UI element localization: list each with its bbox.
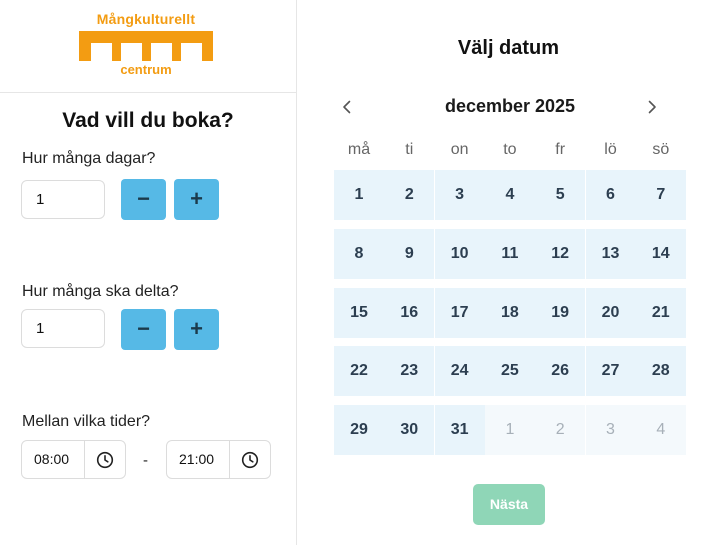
calendar-day[interactable]: 13 (585, 228, 636, 279)
booking-title: Vad vill du boka? (62, 109, 234, 132)
calendar-day[interactable]: 10 (434, 228, 485, 279)
calendar-day[interactable]: 4 (484, 170, 535, 220)
calendar-day[interactable]: 29 (334, 405, 384, 456)
time-from-value: 08:00 (34, 451, 70, 467)
days-input[interactable]: 1 (21, 180, 105, 219)
calendar-day-next-month: 1 (484, 405, 535, 456)
calendar-day[interactable]: 15 (334, 287, 384, 338)
calendar-day[interactable]: 21 (635, 287, 686, 338)
time-to-field[interactable]: 21:00 (166, 440, 271, 479)
time-from-divider (84, 441, 85, 478)
calendar-day-next-month: 3 (585, 405, 636, 456)
days-increment-button[interactable]: + (174, 179, 219, 220)
time-to-value: 21:00 (179, 451, 215, 467)
booking-panel: Mångkulturellt centrum Vad vill du boka?… (0, 0, 297, 545)
calendar-day[interactable]: 23 (384, 346, 435, 397)
calendar-day[interactable]: 30 (384, 405, 435, 456)
calendar-day[interactable]: 27 (585, 346, 636, 397)
calendar-day[interactable]: 7 (635, 170, 686, 220)
calendar-day[interactable]: 2 (384, 170, 435, 220)
calendar-day[interactable]: 11 (484, 228, 535, 279)
weekday-label: fr (555, 141, 566, 158)
calendar-day[interactable]: 12 (535, 228, 586, 279)
calendar-day[interactable]: 19 (535, 287, 586, 338)
calendar-day-next-month: 4 (635, 405, 686, 456)
clock-icon[interactable] (96, 451, 114, 469)
days-label: Hur många dagar? (22, 150, 156, 167)
calendar-day[interactable]: 17 (434, 287, 485, 338)
calendar-day[interactable]: 5 (535, 170, 586, 220)
clock-icon[interactable] (241, 451, 259, 469)
calendar-panel: Välj datum december 2025 må ti on to fr lö sö … (297, 0, 720, 545)
calendar-day[interactable]: 6 (585, 170, 636, 220)
weekday-label: må (347, 141, 371, 158)
calendar-title: Välj datum (457, 37, 560, 59)
calendar-day[interactable]: 25 (484, 346, 535, 397)
logo[interactable]: Mångkulturellt centrum (79, 11, 213, 77)
calendar-day[interactable]: 1 (334, 170, 384, 220)
weekday-label: ti (405, 141, 414, 158)
calendar-day[interactable]: 16 (384, 287, 435, 338)
calendar-day[interactable]: 9 (384, 228, 435, 279)
logo-mark-icon (79, 31, 213, 61)
logo-top-text: Mångkulturellt (96, 11, 196, 27)
time-from-field[interactable]: 08:00 (21, 440, 126, 479)
calendar-day[interactable]: 14 (635, 228, 686, 279)
logo-bottom-text: centrum (120, 62, 172, 77)
calendar-day[interactable]: 24 (434, 346, 485, 397)
days-decrement-button[interactable]: − (121, 179, 166, 220)
weekday-label: lö (604, 141, 617, 158)
time-to-divider (229, 441, 230, 478)
logo-area: Mångkulturellt centrum (0, 0, 296, 93)
next-button[interactable]: Nästa (473, 484, 545, 525)
calendar-day[interactable]: 22 (334, 346, 384, 397)
times-label: Mellan vilka tider? (22, 413, 151, 430)
weekday-label: to (503, 141, 517, 158)
time-separator: - (143, 452, 148, 469)
participants-decrement-button[interactable]: − (121, 309, 166, 350)
calendar-day[interactable]: 18 (484, 287, 535, 338)
participants-label: Hur många ska delta? (22, 283, 179, 300)
calendar-day[interactable]: 3 (434, 170, 485, 220)
calendar-day[interactable]: 8 (334, 228, 384, 279)
calendar-day[interactable]: 28 (635, 346, 686, 397)
calendar-day[interactable]: 26 (535, 346, 586, 397)
weekday-label: sö (652, 141, 670, 158)
calendar-day-next-month: 2 (535, 405, 586, 456)
calendar-day[interactable]: 20 (585, 287, 636, 338)
calendar-day[interactable]: 31 (434, 405, 485, 456)
weekday-label: on (450, 141, 469, 158)
participants-input[interactable]: 1 (21, 309, 105, 348)
next-month-chevron-icon[interactable] (642, 97, 662, 117)
participants-increment-button[interactable]: + (174, 309, 219, 350)
